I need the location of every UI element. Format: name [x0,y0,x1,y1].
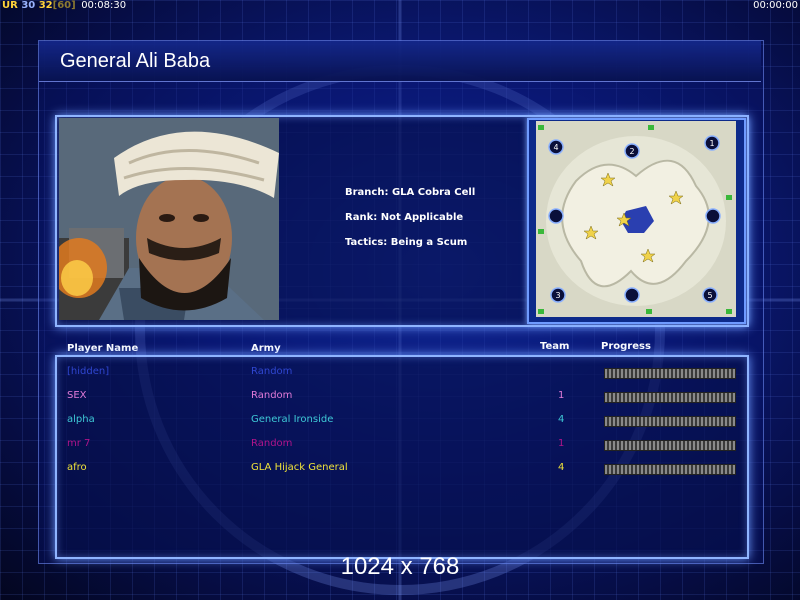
fps-value: 30 [21,0,36,11]
top-hud: UR 30 32[60] 00:08:30 00:00:00 [0,0,800,12]
start-position-bottom [624,287,640,303]
player-army: Random [251,366,293,377]
elapsed-time: 00:08:30 [81,0,127,11]
game-clock: 00:00:00 [753,0,798,11]
start-label-1: 1 [709,139,714,148]
general-portrait [59,118,279,320]
oil-derrick-icon [648,125,654,130]
player-team: 4 [558,462,565,473]
portrait-image [59,118,279,320]
loading-progress-bar [604,416,736,427]
oil-derrick-icon [538,309,544,314]
loading-progress-bar [604,368,736,379]
header-progress: Progress [601,341,651,352]
branch-text: Branch: GLA Cobra Cell [345,187,476,198]
general-details: Branch: GLA Cobra Cell Rank: Not Applica… [345,187,475,262]
start-label-2: 2 [629,147,634,156]
player-row: [hidden] Random [0,366,800,384]
player-team: 1 [558,438,565,449]
players-panel [55,355,749,559]
player-name: SEX [67,390,87,401]
player-army: Random [251,390,293,401]
player-army: General Ironside [251,414,334,425]
player-army: GLA Hijack General [251,462,348,473]
header-team: Team [540,341,570,352]
map-preview: 4 2 1 3 5 [536,121,736,317]
oil-derrick-icon [726,309,732,314]
oil-derrick-icon [646,309,652,314]
player-team: 1 [558,390,565,401]
rank-text: Rank: Not Applicable [345,212,464,223]
oil-derrick-icon [538,229,544,234]
header-army: Army [251,343,281,354]
start-label-5: 5 [707,291,712,300]
start-position-right [705,208,721,224]
player-team: 4 [558,414,565,425]
oil-derrick-icon [726,195,732,200]
header-player-name: Player Name [67,343,139,354]
loading-progress-bar [604,392,736,403]
fps-counter: UR 30 32[60] 00:08:30 [2,0,126,12]
start-position-left [548,208,564,224]
loading-progress-bar [604,464,736,475]
oil-derrick-icon [538,125,544,130]
start-label-4: 4 [553,143,558,152]
player-row: SEX Random 1 [0,390,800,408]
player-name: mr 7 [67,438,91,449]
loading-progress-bar [604,440,736,451]
player-name: [hidden] [67,366,110,377]
player-row: afro GLA Hijack General 4 [0,462,800,480]
fps-cap: [60] [52,0,76,11]
general-title: General Ali Baba [60,50,211,72]
fps-value-2: 32 [38,0,53,11]
player-army: Random [251,438,293,449]
fps-label: UR [2,0,18,11]
resolution-label: 1024 x 768 [340,553,460,580]
player-row: mr 7 Random 1 [0,438,800,456]
player-name: afro [67,462,87,473]
start-label-3: 3 [555,291,560,300]
player-row: alpha General Ironside 4 [0,414,800,432]
player-name: alpha [67,414,95,425]
tactics-text: Tactics: Being a Scum [345,237,468,248]
